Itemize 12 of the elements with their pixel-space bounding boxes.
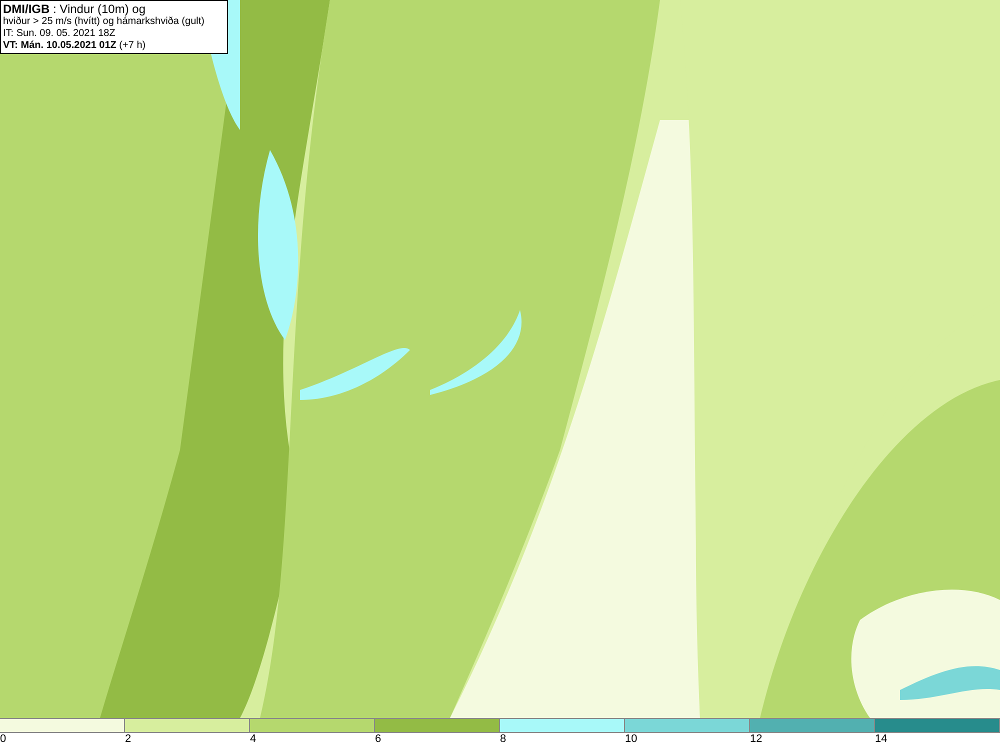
header-line: VT: Mán. 10.05.2021 01Z (+7 h) (3, 40, 147, 52)
scale-label: 0 (0, 733, 6, 746)
scale-label: 4 (250, 733, 256, 746)
header-line: hviður > 25 m/s (hvítt) og hámarkshviða (gult) (3, 16, 206, 28)
header-line: DMI/IGB : Vindur (10m) og (3, 2, 146, 16)
scale-label: 6 (375, 733, 382, 746)
header-line: IT: Sun. 09. 05. 2021 18Z (3, 28, 116, 40)
scale-label: 12 (750, 733, 762, 746)
scale-label: 8 (500, 733, 506, 746)
scale-label: 14 (875, 733, 888, 746)
scale-label: 2 (125, 733, 132, 746)
scale-label: 10 (625, 733, 638, 746)
